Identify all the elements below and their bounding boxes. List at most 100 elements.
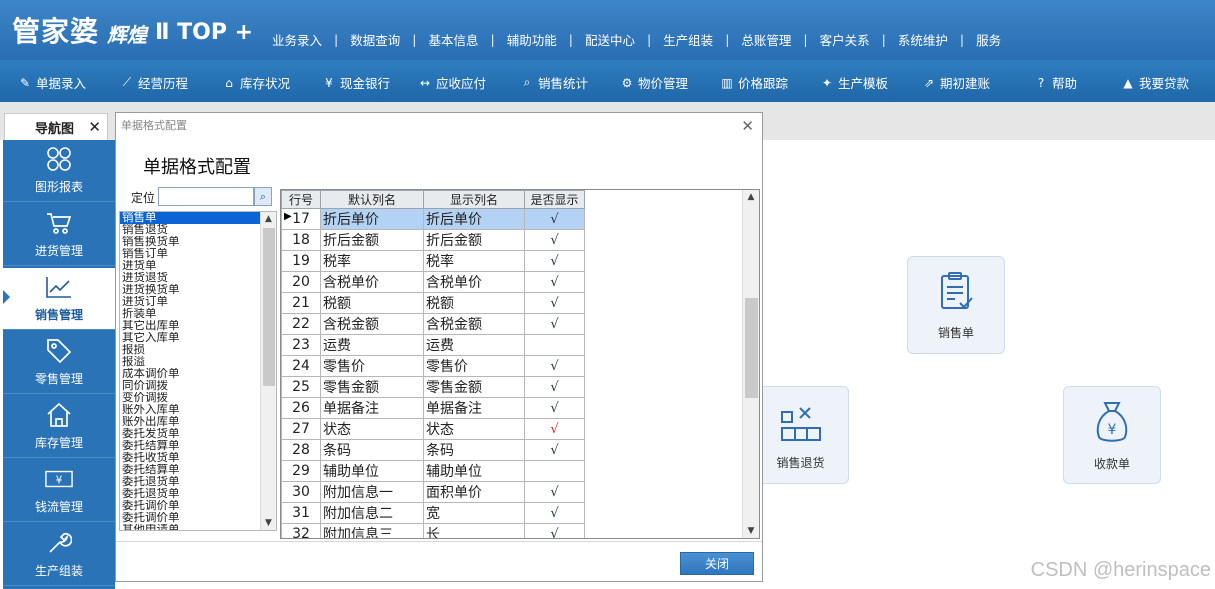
cell-show-checkbox[interactable]: √ [524,271,585,293]
table-row[interactable]: 28 条码 条码 √ [281,439,585,461]
cell-row-number[interactable]: 31 [281,502,321,524]
cell-row-number[interactable]: 32 [281,523,321,538]
sidebar-item-cashflow[interactable]: ¥ 钱流管理 [3,460,115,522]
cell-display-name[interactable]: 税额 [423,292,525,314]
cell-display-name[interactable]: 税率 [423,250,525,272]
grid-column-header[interactable]: 默认列名 [320,190,424,209]
cell-display-name[interactable]: 折后单价 [423,208,525,230]
bill-type-item[interactable]: 折装单 [120,308,262,320]
bill-type-item[interactable]: 委托退货单 [120,476,262,488]
toolbar-item[interactable]: ¥ 现金银行 [322,73,390,92]
table-row[interactable]: 18 折后金额 折后金额 √ [281,229,585,251]
sidebar-item-retail[interactable]: 零售管理 [3,332,115,394]
bill-type-item[interactable]: 进货换货单 [120,284,262,296]
table-row[interactable]: 22 含税金额 含税金额 √ [281,313,585,335]
bill-type-item[interactable]: 进货单 [120,260,262,272]
cell-display-name[interactable]: 零售金额 [423,376,525,398]
cell-default-name[interactable]: 零售价 [320,355,424,377]
cell-display-name[interactable]: 零售价 [423,355,525,377]
bill-type-item[interactable]: 报损 [120,344,262,356]
table-row[interactable]: 29 辅助单位 辅助单位 [281,460,585,482]
cell-default-name[interactable]: 含税金额 [320,313,424,335]
toolbar-item[interactable]: ⟋ 经营历程 [120,73,188,92]
cell-show-checkbox[interactable]: √ [524,397,585,419]
cell-display-name[interactable]: 折后金额 [423,229,525,251]
sidebar-item-purchase[interactable]: 进货管理 [3,204,115,266]
toolbar-item[interactable]: ⇗ 期初建账 [922,73,990,92]
top-nav-item[interactable]: 系统维护 [898,30,948,49]
bill-type-item[interactable]: 委托结算单 [120,440,262,452]
cell-show-checkbox[interactable]: √ [524,439,585,461]
cell-row-number[interactable]: ▶ 17 [281,208,321,230]
cell-show-checkbox[interactable]: √ [524,355,585,377]
tile-sales-return[interactable]: 销售退货 [752,386,849,484]
table-row[interactable]: 27 状态 状态 √ [281,418,585,440]
bill-type-list[interactable]: 销售单 销售退货 销售换货单 销售订单 进货单 进货退货 进货换货单 进货订单 折装单 其它出库单… [119,211,277,531]
cell-display-name[interactable]: 含税金额 [423,313,525,335]
bill-type-item[interactable]: 委托结算单 [120,464,262,476]
bill-type-item[interactable]: 销售订单 [120,248,262,260]
cell-default-name[interactable]: 状态 [320,418,424,440]
cell-row-number[interactable]: 28 [281,439,321,461]
cell-display-name[interactable]: 状态 [423,418,525,440]
cell-show-checkbox[interactable] [524,460,585,482]
bill-type-item[interactable]: 销售单 [120,212,262,224]
cell-default-name[interactable]: 条码 [320,439,424,461]
table-row[interactable]: 19 税率 税率 √ [281,250,585,272]
cell-display-name[interactable]: 长 [423,523,525,538]
cell-show-checkbox[interactable]: √ [524,208,585,230]
cell-show-checkbox[interactable]: √ [524,376,585,398]
top-nav-item[interactable]: 配送中心 [585,30,635,49]
bill-type-item[interactable]: 委托调价单 [120,512,262,524]
top-nav-item[interactable]: 基本信息 [428,30,478,49]
cell-default-name[interactable]: 附加信息一 [320,481,424,503]
table-row[interactable]: 21 税额 税额 √ [281,292,585,314]
table-row[interactable]: 30 附加信息一 面积单价 √ [281,481,585,503]
top-nav-item[interactable]: 业务录入 [272,30,322,49]
bill-type-item[interactable]: 其它入库单 [120,332,262,344]
cell-default-name[interactable]: 辅助单位 [320,460,424,482]
bill-type-item[interactable]: 委托退货单 [120,488,262,500]
bill-type-item[interactable]: 其它出库单 [120,320,262,332]
cell-row-number[interactable]: 26 [281,397,321,419]
table-row[interactable]: 32 附加信息三 长 √ [281,523,585,538]
cell-show-checkbox[interactable]: √ [524,418,585,440]
table-row[interactable]: 25 零售金额 零售金额 √ [281,376,585,398]
scroll-down-icon[interactable]: ▼ [743,524,759,538]
toolbar-item[interactable]: ✎ 单据录入 [18,73,86,92]
cell-default-name[interactable]: 附加信息二 [320,502,424,524]
cell-row-number[interactable]: 20 [281,271,321,293]
dialog-close-icon[interactable]: ✕ [741,117,754,135]
cell-display-name[interactable]: 宽 [423,502,525,524]
top-nav-item[interactable]: 辅助功能 [507,30,557,49]
table-row[interactable]: ▶ 17 折后单价 折后单价 √ [281,208,585,230]
cell-row-number[interactable]: 24 [281,355,321,377]
bill-type-item[interactable]: 进货订单 [120,296,262,308]
top-nav-item[interactable]: 客户关系 [820,30,870,49]
tile-receipt[interactable]: ¥ 收款单 [1063,386,1161,484]
cell-row-number[interactable]: 21 [281,292,321,314]
cell-row-number[interactable]: 22 [281,313,321,335]
bill-type-item[interactable]: 账外出库单 [120,416,262,428]
cell-default-name[interactable]: 零售金额 [320,376,424,398]
tab-navigation-map[interactable]: 导航图 ✕ [4,113,108,140]
bill-list-scrollbar[interactable]: ▲ ▼ [260,212,276,530]
cell-show-checkbox[interactable]: √ [524,523,585,538]
cell-display-name[interactable]: 单据备注 [423,397,525,419]
table-row[interactable]: 26 单据备注 单据备注 √ [281,397,585,419]
bill-type-item[interactable]: 成本调价单 [120,368,262,380]
cell-row-number[interactable]: 18 [281,229,321,251]
cell-display-name[interactable]: 运费 [423,334,525,356]
sidebar-item-graph-report[interactable]: 图形报表 [3,140,115,202]
tile-sales-order[interactable]: 销售单 [907,256,1005,354]
bill-type-item[interactable]: 销售换货单 [120,236,262,248]
scroll-up-icon[interactable]: ▲ [261,212,276,226]
toolbar-item[interactable]: ↔ 应收应付 [418,73,486,92]
cell-default-name[interactable]: 单据备注 [320,397,424,419]
scroll-thumb[interactable] [263,228,275,386]
toolbar-item[interactable]: ▥ 价格跟踪 [720,73,788,92]
cell-show-checkbox[interactable]: √ [524,502,585,524]
top-nav-item[interactable]: 服务 [976,30,1001,49]
cell-row-number[interactable]: 19 [281,250,321,272]
table-row[interactable]: 31 附加信息二 宽 √ [281,502,585,524]
